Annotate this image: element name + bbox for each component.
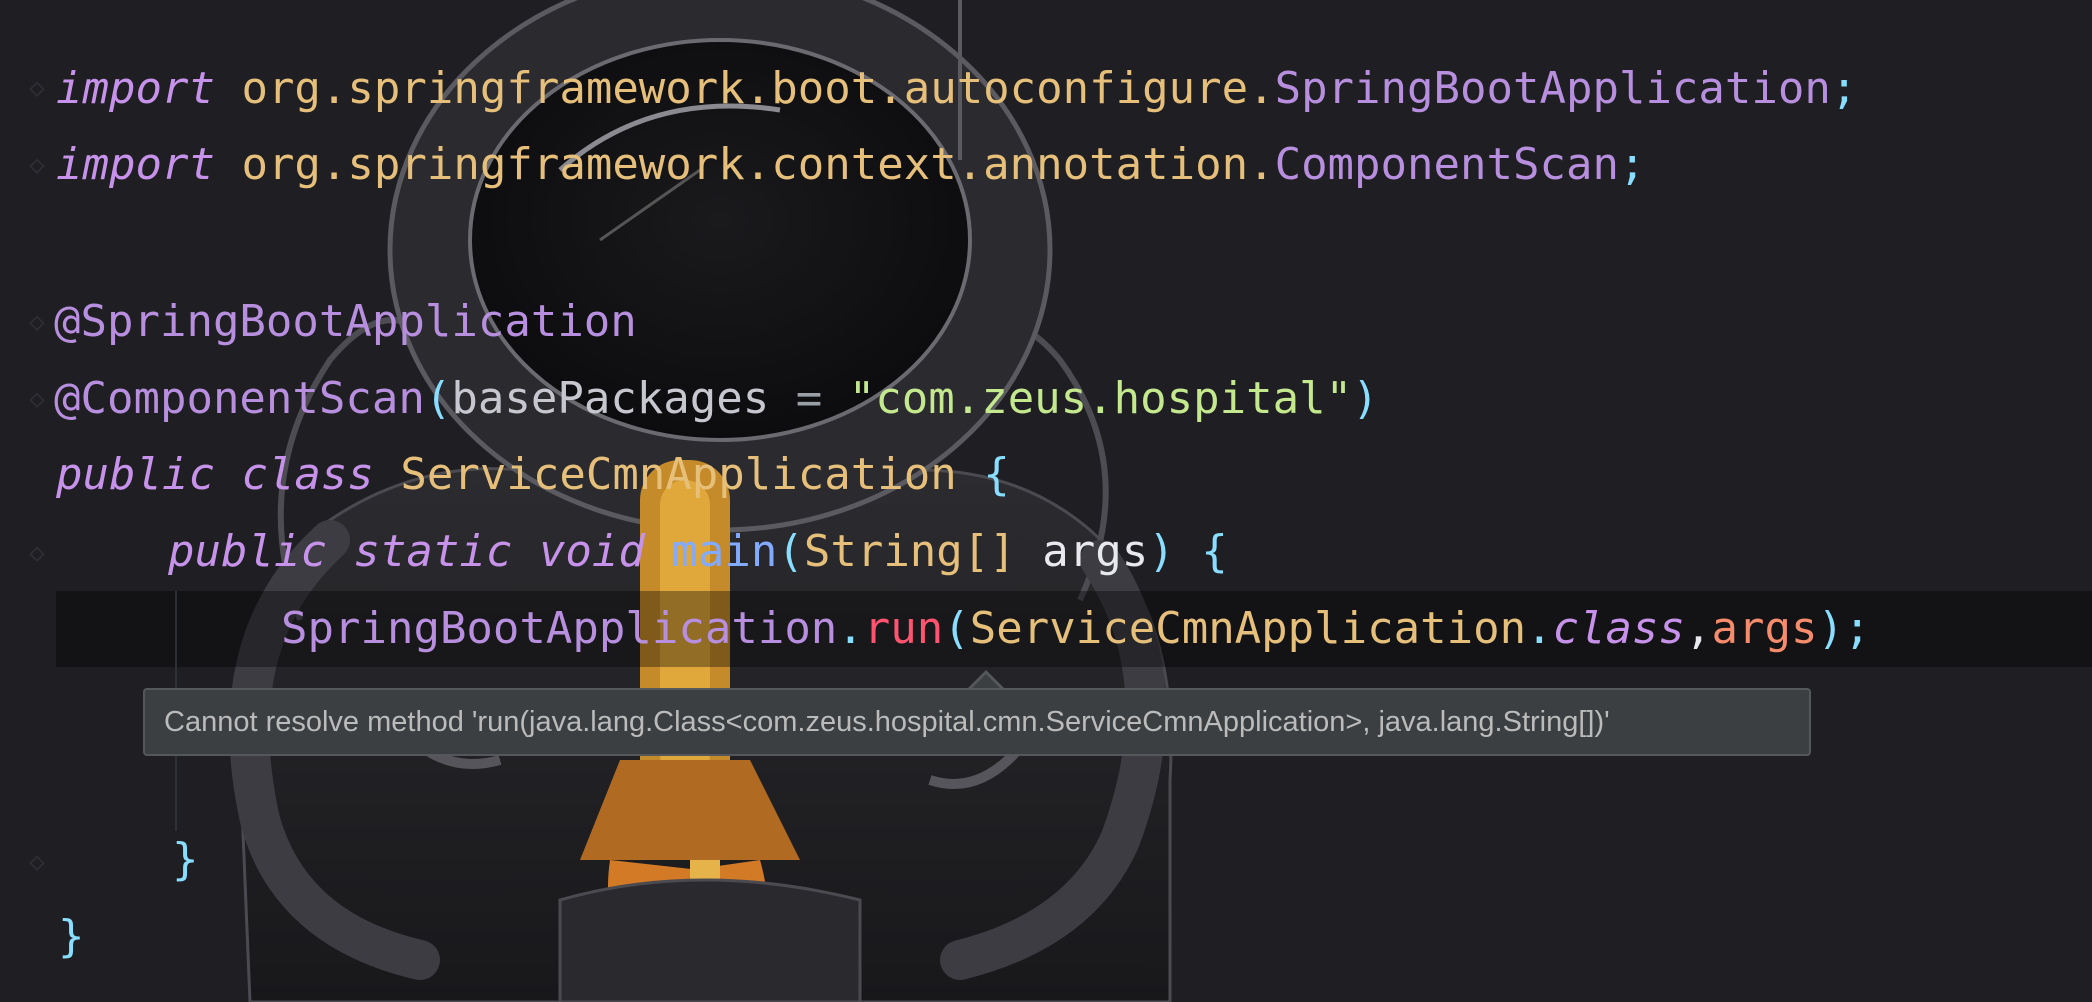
code-line-main-method[interactable]: public static void main(String[] args) { [168,514,1228,590]
annotation: @ComponentScan [54,373,425,424]
annotation-param: basePackages [451,373,770,424]
dot: . [1526,603,1553,654]
fold-marker-icon[interactable]: ◇ [22,538,52,568]
code-line-close-class[interactable]: } [58,899,85,975]
code-editor[interactable]: ◇ ◇ ◇ ◇ ◇ ◇ import org.springframework.b… [0,0,2092,1002]
open-paren: ( [777,526,804,577]
dot: . [837,603,864,654]
keyword: import [56,63,215,114]
comma: , [1685,603,1712,654]
keyword: class [241,449,374,500]
class-name: SpringBootApplication [1274,63,1831,114]
close-paren: ) [1352,373,1379,424]
code-line-import-componentscan[interactable]: import org.springframework.context.annot… [56,127,1645,203]
keyword: public [168,526,327,577]
package-path: org.springframework.boot.autoconfigure. [241,63,1275,114]
close-paren-semicolon: ); [1817,603,1871,654]
code-line-import-springbootapplication[interactable]: import org.springframework.boot.autoconf… [56,51,1857,127]
method-name: main [671,526,778,577]
keyword: class [1552,603,1686,654]
code-line-annotation-componentscan[interactable]: @ComponentScan(basePackages = "com.zeus.… [54,361,1379,437]
code-line-run-call[interactable]: SpringBootApplication.run(ServiceCmnAppl… [281,591,1870,667]
argument-name: args [1711,603,1818,654]
error-message: Cannot resolve method 'run(java.lang.Cla… [164,706,1610,738]
code-line-close-method[interactable]: } [172,822,199,898]
unresolved-method-name[interactable]: run [864,603,943,654]
code-line-annotation-springbootapplication[interactable]: @SpringBootApplication [54,284,637,360]
open-brace: { [983,449,1010,500]
class-name: ComponentScan [1274,139,1619,190]
open-brace: { [1201,526,1228,577]
keyword: import [56,139,215,190]
close-brace: } [58,911,85,962]
string-literal: "com.zeus.hospital" [848,373,1353,424]
keyword: public [56,449,215,500]
editor-gutter: ◇ ◇ ◇ ◇ ◇ ◇ [0,0,56,1002]
open-paren: ( [943,603,970,654]
fold-marker-icon[interactable]: ◇ [22,847,52,877]
class-name: ServiceCmnApplication [969,603,1527,654]
class-name: SpringBootApplication [281,603,838,654]
type-name: String[] [803,526,1016,577]
fold-marker-icon[interactable]: ◇ [22,384,52,414]
open-paren: ( [424,373,452,424]
fold-marker-icon[interactable]: ◇ [22,150,52,180]
equals-operator: = [769,373,849,424]
close-brace: } [172,834,199,885]
fold-marker-icon[interactable]: ◇ [22,307,52,337]
annotation: @SpringBootApplication [54,296,637,347]
semicolon: ; [1618,139,1646,190]
semicolon: ; [1830,63,1858,114]
keyword: static [353,526,513,577]
close-paren: ) [1148,526,1175,577]
parameter-name: args [1042,526,1149,577]
error-tooltip: Cannot resolve method 'run(java.lang.Cla… [143,688,1811,756]
code-line-class-declaration[interactable]: public class ServiceCmnApplication { [56,437,1010,513]
class-name: ServiceCmnApplication [400,449,957,500]
keyword: void [538,526,645,577]
fold-marker-icon[interactable]: ◇ [22,73,52,103]
package-path: org.springframework.context.annotation. [241,139,1275,190]
